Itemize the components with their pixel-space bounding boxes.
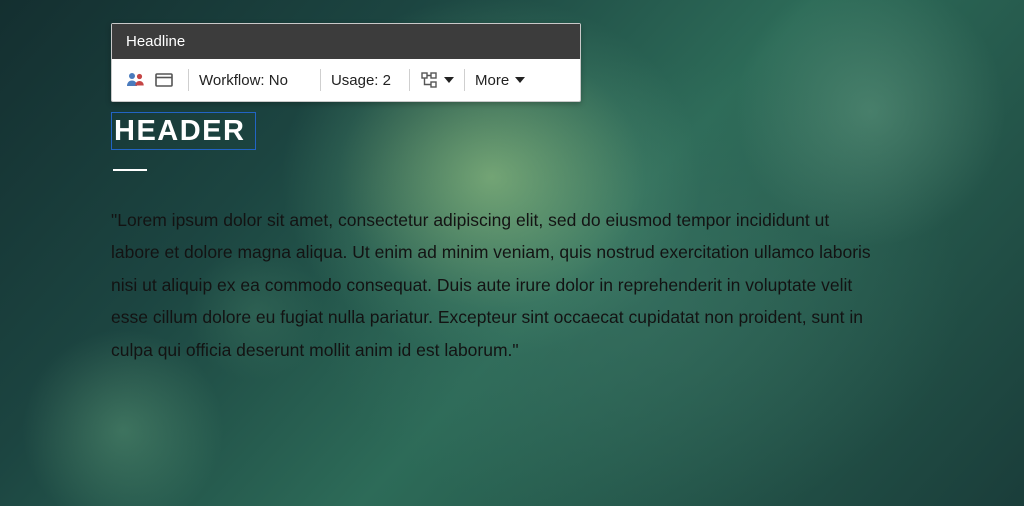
caret-down-icon (444, 77, 454, 83)
divider (113, 169, 147, 171)
usage-button[interactable]: Usage: 2 (331, 72, 391, 89)
window-button[interactable] (150, 66, 178, 94)
header-selected[interactable]: HEADER (111, 112, 256, 150)
page-content: HEADER "Lorem ipsum dolor sit amet, cons… (111, 112, 934, 366)
separator (409, 69, 410, 91)
caret-down-icon (515, 77, 525, 83)
window-icon (155, 72, 173, 88)
usage-label: Usage: (331, 72, 379, 89)
workflow-label: Workflow: (199, 72, 265, 89)
separator (320, 69, 321, 91)
users-button[interactable] (122, 66, 150, 94)
header-text: HEADER (114, 115, 245, 148)
separator (188, 69, 189, 91)
workflow-value: No (269, 72, 288, 89)
tree-dropdown[interactable] (420, 71, 454, 89)
toolbar-actions: Workflow: No Usage: 2 (112, 59, 580, 101)
tree-icon (420, 71, 438, 89)
separator (464, 69, 465, 91)
body-text: "Lorem ipsum dolor sit amet, consectetur… (111, 204, 881, 366)
workflow-button[interactable]: Workflow: No (199, 72, 288, 89)
usage-value: 2 (383, 72, 391, 89)
more-dropdown[interactable]: More (475, 72, 525, 89)
component-toolbar: Headline Workflow: No (111, 23, 581, 102)
more-label: More (475, 72, 509, 89)
users-icon (126, 71, 146, 89)
toolbar-title: Headline (112, 24, 580, 59)
